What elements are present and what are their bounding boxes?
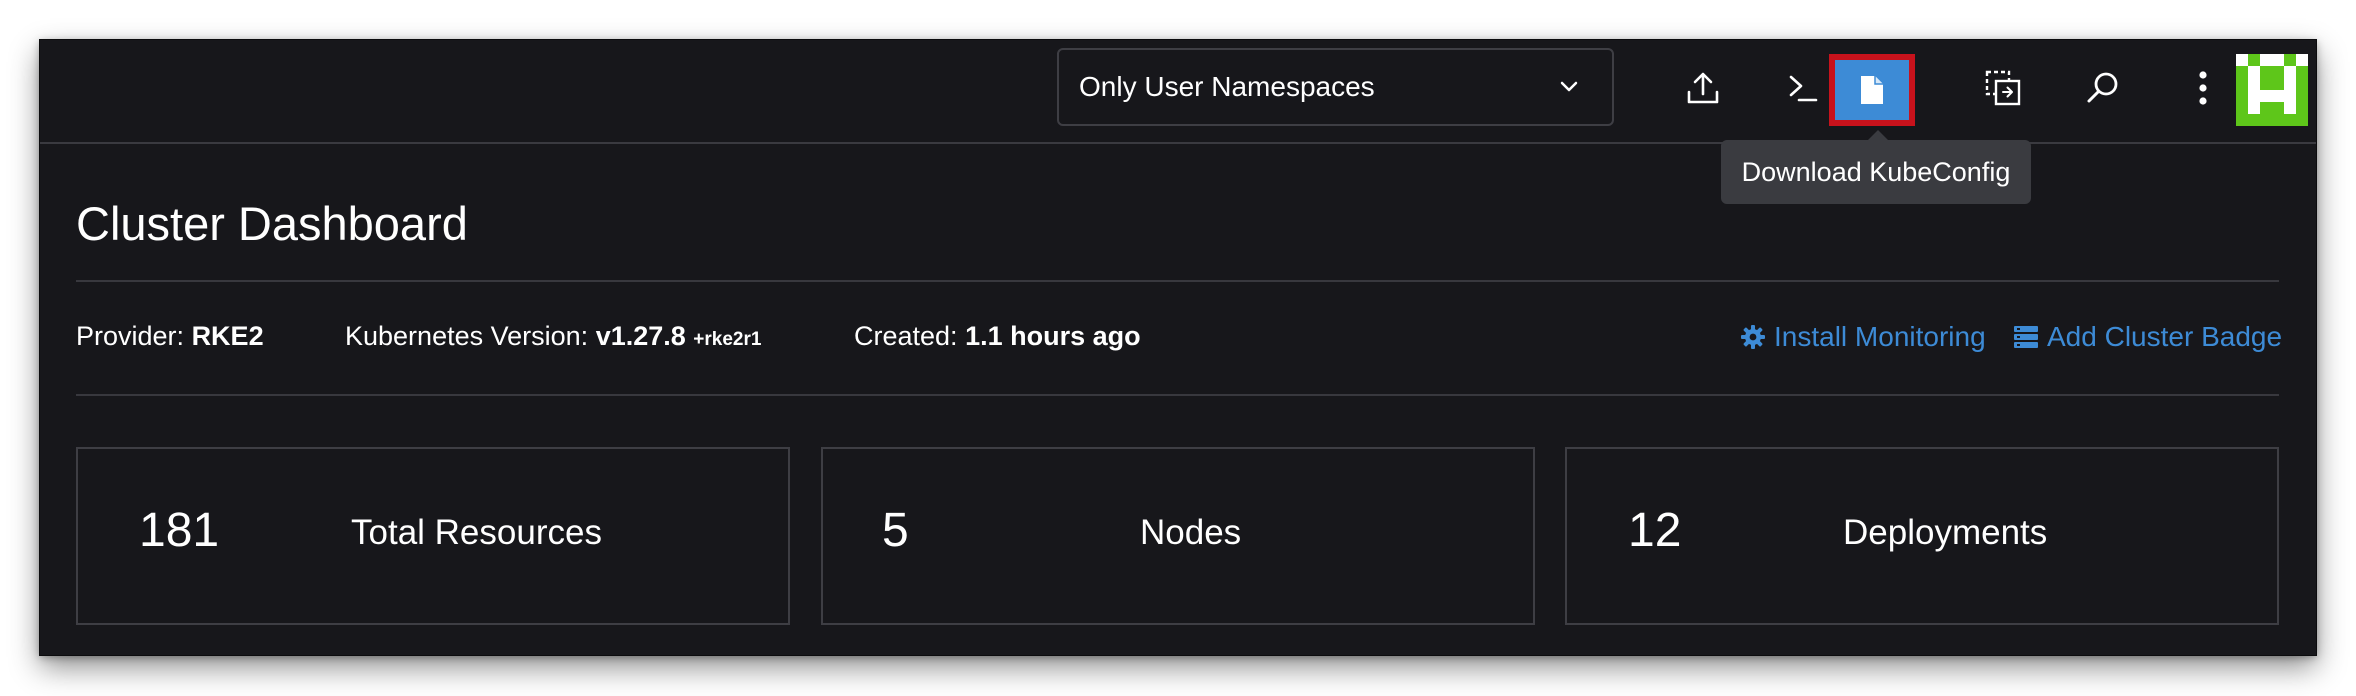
card-label: Deployments (1843, 513, 2048, 552)
card-count: 5 (882, 504, 909, 557)
copy-kubeconfig-icon (1985, 70, 2021, 106)
user-avatar[interactable] (2236, 54, 2308, 126)
search-icon (2087, 72, 2118, 103)
card-count: 12 (1628, 504, 1682, 557)
chevron-down-icon (1560, 81, 1578, 92)
provider-value: RKE2 (191, 321, 264, 351)
download-kubeconfig-button-face (1835, 60, 1909, 120)
import-yaml-button[interactable] (1673, 58, 1733, 118)
version-label: Kubernetes Version: (345, 321, 589, 351)
meta-divider (76, 394, 2279, 396)
total-resources-card[interactable]: 181 Total Resources (76, 447, 790, 625)
install-monitoring-link[interactable]: Install Monitoring (1740, 323, 1986, 351)
more-actions-button[interactable] (2173, 58, 2233, 118)
namespace-filter-dropdown[interactable]: Only User Namespaces (1057, 48, 1614, 126)
card-label: Total Resources (351, 513, 602, 552)
import-yaml-icon (1687, 72, 1719, 104)
created-label: Created: (854, 321, 958, 351)
version-suffix: +rke2r1 (693, 329, 762, 350)
provider-meta: Provider: RKE2 (76, 323, 264, 350)
more-vert-icon (2199, 71, 2207, 105)
kubectl-shell-icon (1789, 75, 1818, 102)
page-title: Cluster Dashboard (76, 197, 468, 250)
avatar-identicon (2236, 54, 2308, 126)
created-meta: Created: 1.1 hours ago (854, 323, 1141, 350)
copy-kubeconfig-button[interactable] (1973, 58, 2033, 118)
provider-label: Provider: (76, 321, 185, 351)
download-kubeconfig-button[interactable] (1829, 54, 1915, 126)
install-monitoring-label: Install Monitoring (1774, 321, 1986, 352)
server-badge-icon (2014, 326, 2038, 348)
add-cluster-badge-link[interactable]: Add Cluster Badge (2013, 323, 2282, 351)
title-divider (76, 280, 2279, 282)
kubeconfig-tooltip: Download KubeConfig (1721, 130, 2031, 204)
download-kubeconfig-icon (1861, 76, 1883, 104)
card-count: 181 (139, 504, 220, 557)
gear-icon (1741, 325, 1765, 349)
created-value: 1.1 hours ago (965, 321, 1141, 351)
kubernetes-version-meta: Kubernetes Version: v1.27.8 +rke2r1 (345, 323, 761, 350)
top-header-bar: Only User Namespaces (40, 40, 2316, 144)
rancher-window: Only User Namespaces Download KubeConfig… (40, 40, 2316, 655)
add-cluster-badge-label: Add Cluster Badge (2047, 321, 2283, 352)
card-label: Nodes (1140, 513, 1242, 552)
deployments-card[interactable]: 12 Deployments (1565, 447, 2279, 625)
version-value: v1.27.8 (595, 321, 686, 351)
search-button[interactable] (2073, 58, 2133, 118)
namespace-filter-value: Only User Namespaces (1079, 71, 1375, 102)
nodes-card[interactable]: 5 Nodes (821, 447, 1535, 625)
kubectl-shell-button[interactable] (1773, 58, 1833, 118)
